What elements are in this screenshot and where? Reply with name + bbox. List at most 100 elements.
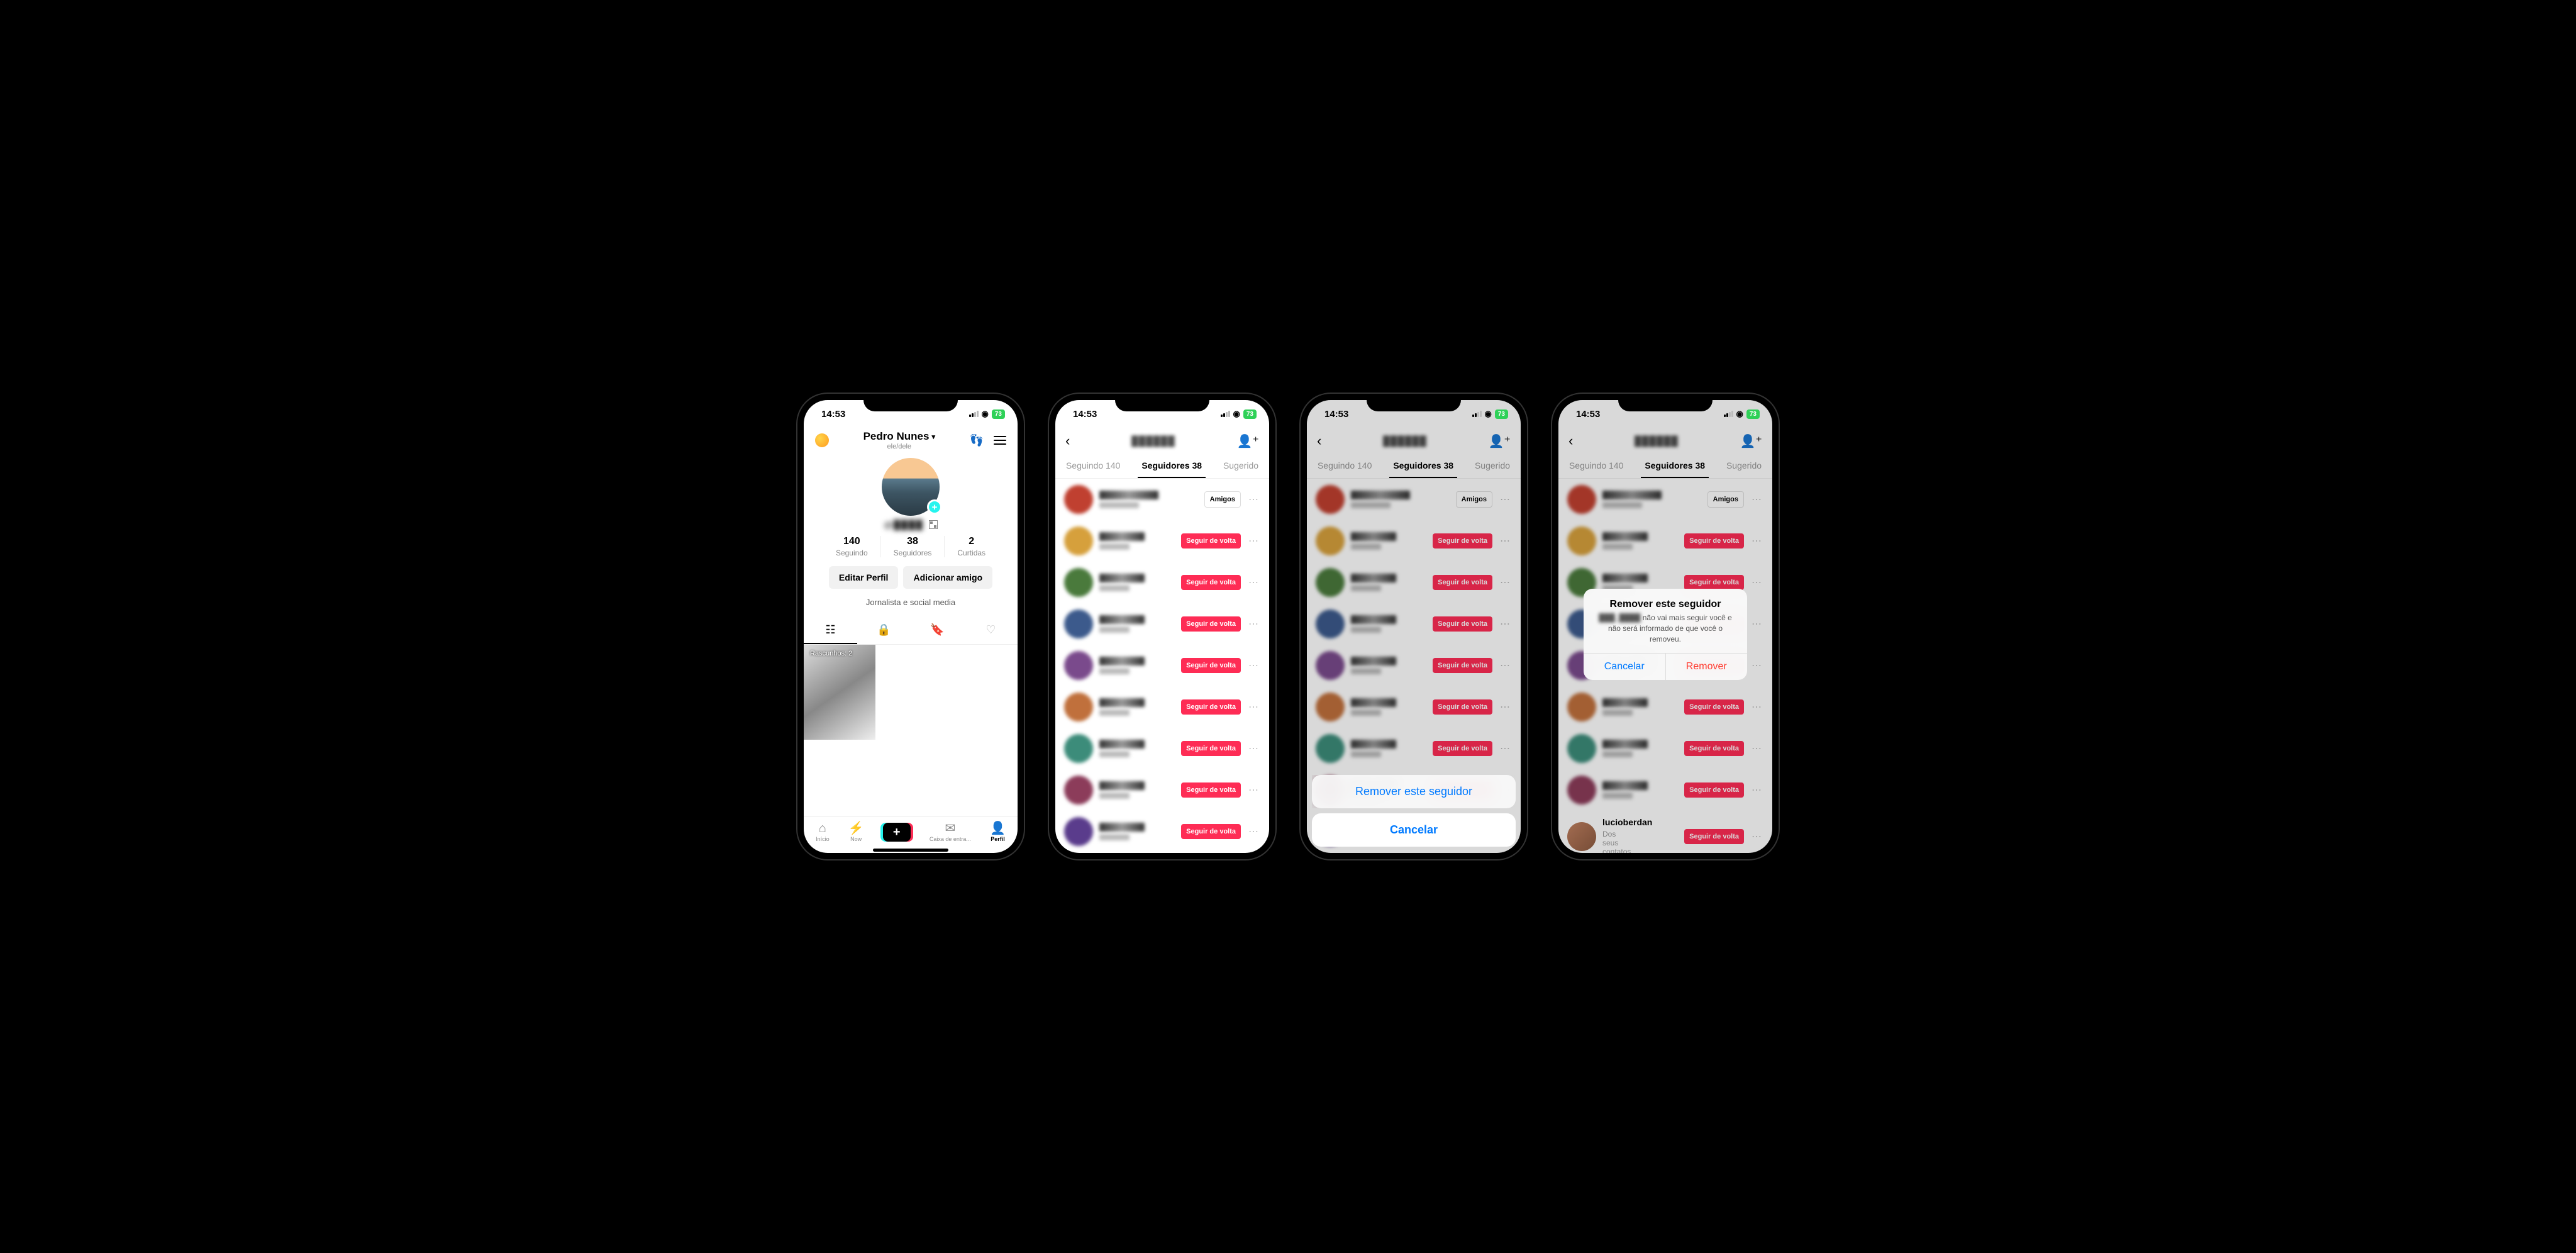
more-icon[interactable]: ⋯ <box>1750 535 1763 547</box>
more-icon[interactable]: ⋯ <box>1247 742 1260 755</box>
profile-name-dropdown[interactable]: Pedro Nunes ▾ <box>863 430 935 443</box>
follower-row[interactable]: Seguir de volta ⋯ <box>1558 520 1772 562</box>
more-icon[interactable]: ⋯ <box>1499 535 1512 547</box>
tab-posts-icon[interactable]: ☷ <box>804 617 857 644</box>
follower-row[interactable]: Seguir de volta ⋯ <box>1558 728 1772 769</box>
follower-row[interactable]: Seguir de volta ⋯ <box>1055 686 1269 728</box>
follow-back-button[interactable]: Seguir de volta <box>1181 782 1241 798</box>
follower-row[interactable]: Seguir de volta ⋯ <box>1055 603 1269 645</box>
follower-row[interactable]: Seguir de volta ⋯ <box>1055 811 1269 852</box>
more-icon[interactable]: ⋯ <box>1247 576 1260 589</box>
more-icon[interactable]: ⋯ <box>1247 618 1260 630</box>
nav-home[interactable]: ⌂Início <box>816 822 830 842</box>
tab-followers[interactable]: Seguidores 38 <box>1641 454 1709 478</box>
more-icon[interactable]: ⋯ <box>1247 701 1260 713</box>
add-story-icon[interactable]: + <box>927 499 942 515</box>
followers-stat[interactable]: 38 Seguidores <box>881 536 945 557</box>
following-stat[interactable]: 140 Seguindo <box>823 536 881 557</box>
more-icon[interactable]: ⋯ <box>1750 576 1763 589</box>
coins-icon[interactable] <box>815 433 829 447</box>
follow-back-button[interactable]: Seguir de volta <box>1181 575 1241 590</box>
edit-profile-button[interactable]: Editar Perfil <box>829 566 899 589</box>
tab-followers[interactable]: Seguidores 38 <box>1138 454 1206 478</box>
follow-back-button[interactable]: Seguir de volta <box>1433 658 1492 673</box>
follow-back-button[interactable]: Seguir de volta <box>1684 741 1744 756</box>
back-button[interactable]: ‹ <box>1568 433 1573 449</box>
follower-row[interactable]: Seguir de volta ⋯ <box>1307 686 1521 728</box>
follow-back-button[interactable]: Seguir de volta <box>1684 575 1744 590</box>
add-user-icon[interactable]: 👤⁺ <box>1237 433 1259 449</box>
follower-row[interactable]: Amigos ⋯ <box>1558 479 1772 520</box>
more-icon[interactable]: ⋯ <box>1750 618 1763 630</box>
follower-row[interactable]: Seguir de volta ⋯ <box>1307 728 1521 769</box>
more-icon[interactable]: ⋯ <box>1750 830 1763 843</box>
follow-back-button[interactable]: Seguir de volta <box>1181 658 1241 673</box>
tab-liked-icon[interactable]: ♡ <box>964 617 1018 644</box>
tab-suggested[interactable]: Sugerido <box>1723 454 1765 478</box>
menu-icon[interactable] <box>994 436 1006 445</box>
drafts-thumbnail[interactable]: Rascunhos: 2 <box>804 645 875 740</box>
follow-back-button[interactable]: Seguir de volta <box>1684 699 1744 715</box>
more-icon[interactable]: ⋯ <box>1750 701 1763 713</box>
tab-following[interactable]: Seguindo 140 <box>1062 454 1124 478</box>
follower-row[interactable]: Seguir de volta ⋯ <box>1558 769 1772 811</box>
more-icon[interactable]: ⋯ <box>1750 784 1763 796</box>
follower-row[interactable]: Seguir de volta ⋯ <box>1055 728 1269 769</box>
follow-back-button[interactable]: Seguir de volta <box>1433 616 1492 632</box>
follower-row[interactable]: Amigos ⋯ <box>1307 479 1521 520</box>
follow-back-button[interactable]: Seguir de volta <box>1433 533 1492 549</box>
tab-following[interactable]: Seguindo 140 <box>1314 454 1375 478</box>
nav-profile[interactable]: 👤Perfil <box>990 822 1006 842</box>
more-icon[interactable]: ⋯ <box>1247 493 1260 506</box>
alert-remove-button[interactable]: Remover <box>1666 654 1748 680</box>
follow-back-button[interactable]: Seguir de volta <box>1181 741 1241 756</box>
home-indicator[interactable] <box>873 849 948 852</box>
follow-back-button[interactable]: Seguir de volta <box>1181 824 1241 839</box>
more-icon[interactable]: ⋯ <box>1499 493 1512 506</box>
friends-button[interactable]: Amigos <box>1707 491 1744 508</box>
more-icon[interactable]: ⋯ <box>1499 576 1512 589</box>
follower-row[interactable]: Seguir de volta ⋯ <box>1307 562 1521 603</box>
follow-back-button[interactable]: Seguir de volta <box>1433 699 1492 715</box>
alert-cancel-button[interactable]: Cancelar <box>1584 654 1666 680</box>
friends-button[interactable]: Amigos <box>1204 491 1241 508</box>
more-icon[interactable]: ⋯ <box>1499 701 1512 713</box>
follow-back-button[interactable]: Seguir de volta <box>1684 533 1744 549</box>
follower-row[interactable]: Seguir de volta ⋯ <box>1307 520 1521 562</box>
more-icon[interactable]: ⋯ <box>1750 659 1763 672</box>
more-icon[interactable]: ⋯ <box>1499 659 1512 672</box>
likes-stat[interactable]: 2 Curtidas <box>945 536 998 557</box>
nav-create[interactable]: + <box>883 823 911 842</box>
follow-back-button[interactable]: Seguir de volta <box>1433 741 1492 756</box>
back-button[interactable]: ‹ <box>1317 433 1321 449</box>
follower-row[interactable]: Seguir de volta⋯ <box>1055 520 1269 562</box>
tab-suggested[interactable]: Sugerido <box>1219 454 1262 478</box>
follow-back-button[interactable]: Seguir de volta <box>1181 616 1241 632</box>
tab-private-icon[interactable]: 🔒 <box>857 617 911 644</box>
back-button[interactable]: ‹ <box>1065 433 1070 449</box>
nav-inbox[interactable]: ✉Caixa de entra... <box>930 822 971 842</box>
follow-back-button[interactable]: Seguir de volta <box>1181 699 1241 715</box>
more-icon[interactable]: ⋯ <box>1247 659 1260 672</box>
nav-now[interactable]: ⚡Now <box>848 822 864 842</box>
more-icon[interactable]: ⋯ <box>1247 784 1260 796</box>
cancel-option[interactable]: Cancelar <box>1312 813 1516 847</box>
more-icon[interactable]: ⋯ <box>1247 535 1260 547</box>
more-icon[interactable]: ⋯ <box>1750 493 1763 506</box>
more-icon[interactable]: ⋯ <box>1499 742 1512 755</box>
more-icon[interactable]: ⋯ <box>1247 825 1260 838</box>
more-icon[interactable]: ⋯ <box>1750 742 1763 755</box>
tab-suggested[interactable]: Sugerido <box>1471 454 1514 478</box>
remove-follower-option[interactable]: Remover este seguidor <box>1312 775 1516 808</box>
follower-row[interactable]: Seguir de volta ⋯ <box>1055 645 1269 686</box>
qr-icon[interactable] <box>929 520 938 529</box>
follow-back-button[interactable]: Seguir de volta <box>1433 575 1492 590</box>
follow-back-button[interactable]: Seguir de volta <box>1684 782 1744 798</box>
friends-button[interactable]: Amigos <box>1456 491 1492 508</box>
follow-back-button[interactable]: Seguir de volta <box>1684 829 1744 844</box>
add-user-icon[interactable]: 👤⁺ <box>1740 433 1762 449</box>
follower-row[interactable]: Seguir de volta ⋯ <box>1055 562 1269 603</box>
add-friend-button[interactable]: Adicionar amigo <box>903 566 992 589</box>
follower-row[interactable]: lucioberdanDos seus contatosSeguir de vo… <box>1558 811 1772 853</box>
tab-followers[interactable]: Seguidores 38 <box>1389 454 1457 478</box>
